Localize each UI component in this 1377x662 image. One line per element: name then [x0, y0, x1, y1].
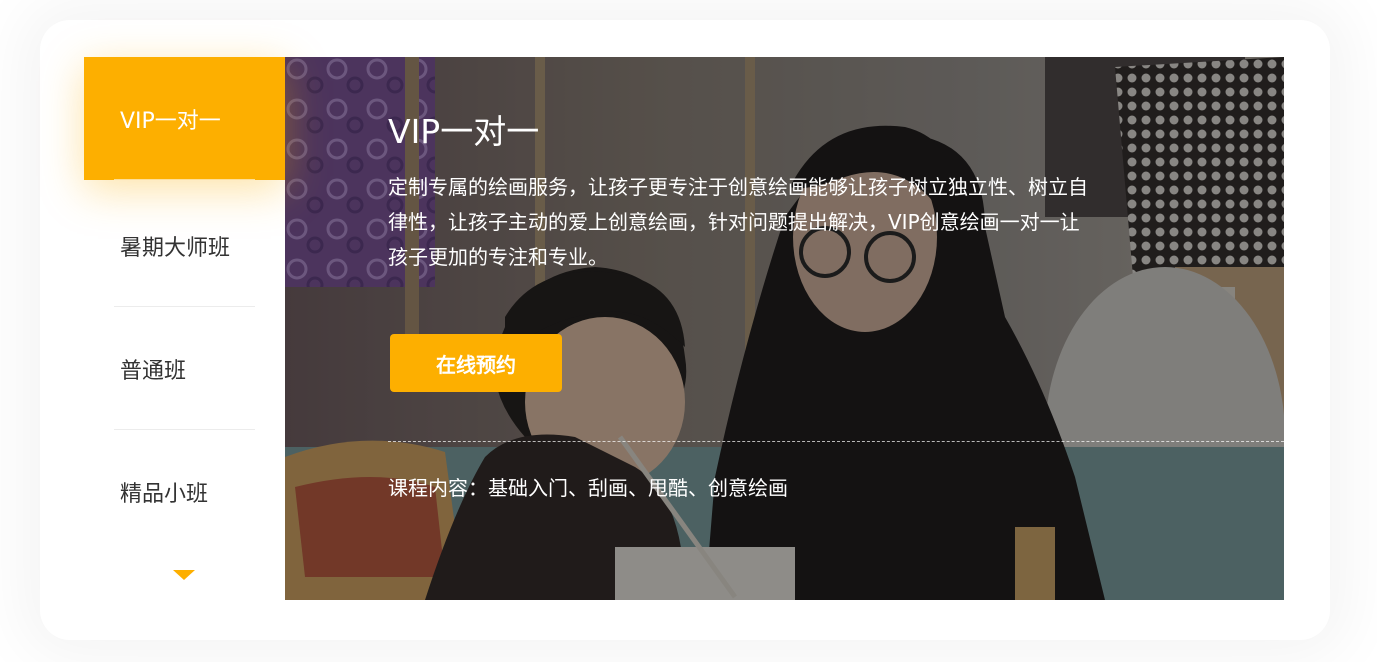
course-content: 课程内容：基础入门、刮画、甩酷、创意绘画 [388, 476, 788, 500]
book-online-button[interactable]: 在线预约 [390, 334, 562, 392]
course-description: 定制专属的绘画服务，让孩子更专注于创意绘画能够让孩子树立独立性、树立自律性，让孩… [388, 175, 1088, 269]
sidebar-item-label: 普通班 [120, 358, 187, 384]
sidebar-item-vip[interactable]: VIP一对一 [84, 57, 285, 180]
course-card: VIP一对一 暑期大师班 普通班 精品小班 VIP一对一 定制专属的绘画服务，让… [84, 57, 1284, 600]
sidebar-item-regular[interactable]: 普通班 [84, 307, 285, 430]
course-sidebar: VIP一对一 暑期大师班 普通班 精品小班 [84, 57, 285, 600]
sidebar-item-label: 暑期大师班 [120, 235, 231, 261]
sidebar-item-label: 精品小班 [120, 481, 209, 507]
course-hero: VIP一对一 定制专属的绘画服务，让孩子更专注于创意绘画能够让孩子树立独立性、树… [285, 57, 1284, 600]
triangle-down-icon[interactable] [173, 570, 195, 580]
sidebar-item-small-class[interactable]: 精品小班 [84, 430, 285, 553]
course-title: VIP一对一 [388, 112, 540, 151]
sidebar-item-label: VIP一对一 [120, 108, 221, 134]
divider [114, 179, 255, 180]
sidebar-item-summer-master[interactable]: 暑期大师班 [84, 184, 285, 307]
dashed-divider [388, 441, 1284, 442]
